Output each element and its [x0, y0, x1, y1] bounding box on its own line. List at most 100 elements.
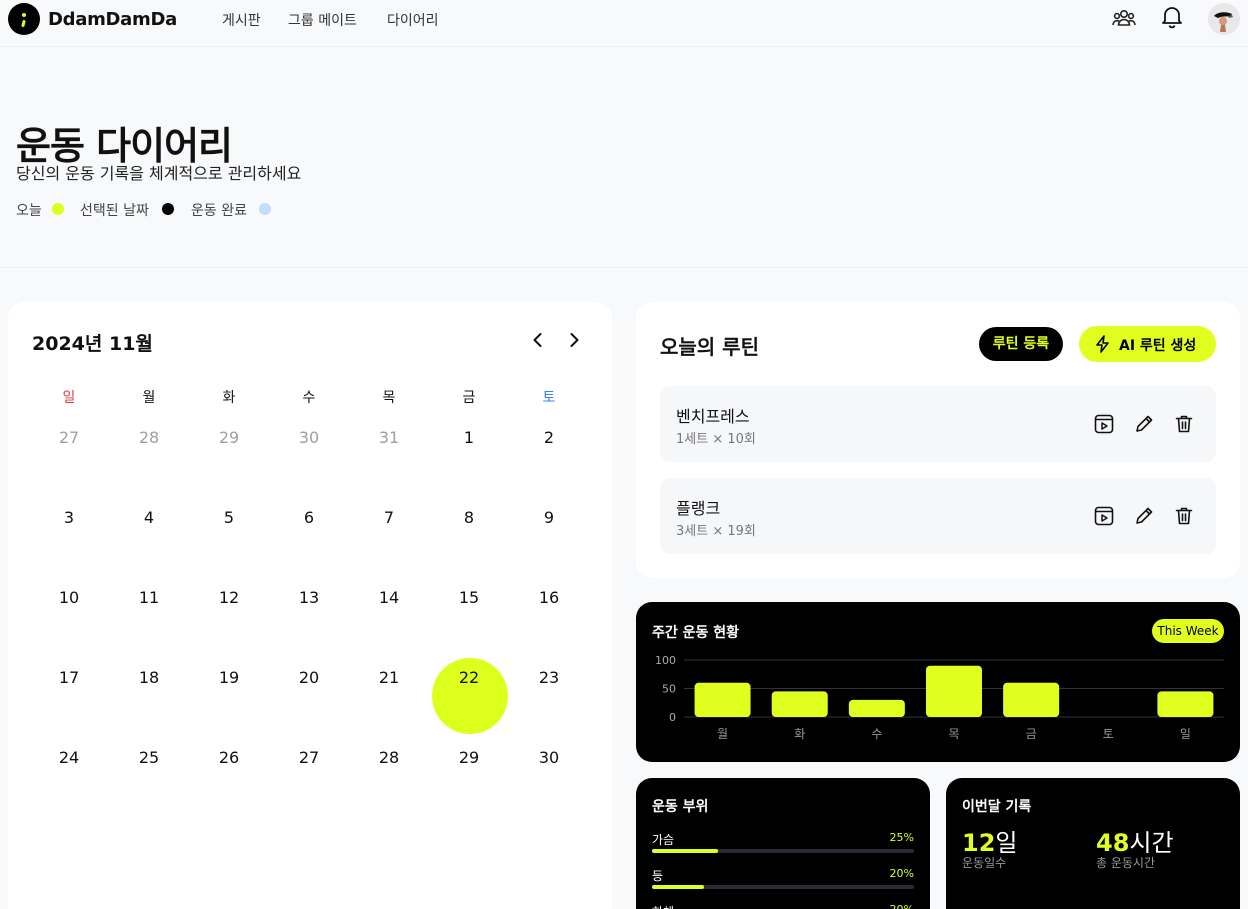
calendar-day[interactable]: 26 [189, 746, 269, 770]
chart-bar [926, 665, 982, 717]
trash-icon[interactable] [1173, 505, 1195, 527]
legend-selected-label: 선택된 날짜 [80, 203, 149, 219]
body-part-percent: 20% [890, 903, 914, 909]
workout-hours-number: 48 [1096, 829, 1130, 857]
calendar-day[interactable]: 30 [509, 746, 589, 770]
this-week-badge: This Week [1152, 619, 1224, 643]
calendar-day[interactable]: 2 [509, 426, 589, 450]
legend-today-label: 오늘 [16, 203, 42, 219]
weekday-label: 일 [62, 390, 76, 406]
calendar-day[interactable]: 29 [429, 746, 509, 770]
weekly-bar-chart: 100 50 0 월 화 수 목 금 토 일 [655, 654, 1224, 741]
legend-done-dot [259, 203, 271, 215]
chart-bar [1157, 691, 1214, 717]
workout-hours-unit: 시간 [1129, 829, 1174, 857]
calendar-day[interactable]: 30 [269, 426, 349, 450]
calendar-card: 2024년 11월 일 월 화 수 목 금 토 27 28 29 30 31 1 2 3 4 5 6 7 8 9 10 11… [8, 302, 612, 909]
calendar-day[interactable]: 4 [109, 506, 189, 530]
workout-hours-value: 48시간 [1096, 823, 1174, 858]
chart-bar [1003, 682, 1060, 717]
ai-routine-button[interactable]: AI 루틴 생성 [1079, 326, 1216, 362]
weekday-label: 월 [142, 390, 156, 406]
calendar-day[interactable]: 14 [349, 586, 429, 610]
calendar-day[interactable]: 31 [349, 426, 429, 450]
nav-link-diary[interactable]: 다이어리 [387, 10, 439, 30]
routine-item-name: 벤치프레스 [676, 407, 750, 426]
routine-item[interactable]: 플랭크 3세트 × 19회 [660, 478, 1216, 554]
workout-days-label: 운동일수 [962, 856, 1007, 870]
lightning-icon [1096, 335, 1109, 353]
body-part-progress-track [652, 885, 914, 889]
calendar-day[interactable]: 15 [429, 586, 509, 610]
y-tick-label: 100 [655, 654, 676, 667]
calendar-day[interactable]: 24 [29, 746, 109, 770]
workout-days-unit: 일 [995, 829, 1018, 857]
calendar-day[interactable]: 3 [29, 506, 109, 530]
body-part-name: 하체 [652, 903, 674, 909]
calendar-day[interactable]: 28 [109, 426, 189, 450]
body-part-progress-fill [652, 885, 705, 889]
x-tick-label: 화 [794, 727, 805, 741]
calendar-day[interactable]: 7 [349, 506, 429, 530]
nav-link-board[interactable]: 게시판 [222, 10, 261, 30]
calendar-day[interactable]: 1 [429, 426, 509, 450]
avatar[interactable] [1208, 3, 1240, 35]
video-play-icon[interactable] [1093, 413, 1115, 435]
x-tick-label: 금 [1026, 727, 1037, 741]
routine-title: 오늘의 루틴 [660, 335, 759, 359]
calendar-day[interactable]: 10 [29, 586, 109, 610]
calendar-day[interactable]: 27 [29, 426, 109, 450]
calendar-day[interactable]: 9 [509, 506, 589, 530]
trash-icon[interactable] [1173, 413, 1195, 435]
workout-days-number: 12 [962, 829, 996, 857]
calendar-day[interactable]: 27 [269, 746, 349, 770]
routine-item-name: 플랭크 [676, 499, 721, 518]
routine-item-meta: 3세트 × 19회 [676, 524, 756, 539]
hero-section: 운동 다이어리 당신의 운동 기록을 체계적으로 관리하세요 오늘 선택된 날짜… [0, 47, 1248, 268]
calendar-day[interactable]: 8 [429, 506, 509, 530]
body-part-percent: 20% [889, 867, 914, 880]
body-part-percent: 25% [889, 831, 914, 844]
user-avatar-icon [1214, 12, 1233, 32]
calendar-month-title: 2024년 11월 [32, 333, 153, 355]
calendar-day[interactable]: 17 [29, 666, 109, 690]
edit-icon[interactable] [1133, 505, 1155, 527]
calendar-day[interactable]: 25 [109, 746, 189, 770]
calendar-day[interactable]: 18 [109, 666, 189, 690]
group-icon[interactable] [1111, 5, 1137, 31]
register-routine-button[interactable]: 루틴 등록 [979, 327, 1063, 361]
nav-link-group-mate[interactable]: 그룹 메이트 [288, 10, 357, 30]
video-play-icon[interactable] [1093, 505, 1115, 527]
prev-month-icon[interactable] [528, 330, 548, 350]
x-tick-label: 토 [1103, 727, 1114, 741]
calendar-day[interactable]: 6 [269, 506, 349, 530]
calendar-day[interactable]: 16 [509, 586, 589, 610]
calendar-day[interactable]: 11 [109, 586, 189, 610]
legend-today-dot [52, 203, 64, 215]
monthly-record-card: 이번달 기록 12일 운동일수 48시간 총 운동시간 [946, 778, 1240, 909]
calendar-day[interactable]: 29 [189, 426, 269, 450]
calendar-day[interactable]: 20 [269, 666, 349, 690]
body-part-progress-track [652, 849, 914, 853]
calendar-day[interactable]: 5 [189, 506, 269, 530]
next-month-icon[interactable] [564, 330, 584, 350]
edit-icon[interactable] [1133, 413, 1155, 435]
calendar-day[interactable]: 21 [349, 666, 429, 690]
calendar-day[interactable]: 23 [509, 666, 589, 690]
bell-icon[interactable] [1159, 4, 1185, 30]
calendar-day[interactable]: 12 [189, 586, 269, 610]
routine-item[interactable]: 벤치프레스 1세트 × 10회 [660, 386, 1216, 462]
logo-icon[interactable] [8, 3, 40, 35]
y-tick-label: 50 [662, 683, 676, 696]
chart-bar [771, 691, 828, 717]
chart-bar [694, 682, 751, 717]
weekly-title: 주간 운동 현황 [652, 625, 740, 641]
calendar-day[interactable]: 28 [349, 746, 429, 770]
brand-name[interactable]: DdamDamDa [48, 9, 177, 30]
chart-bar [848, 699, 905, 717]
calendar-day[interactable]: 22 [429, 666, 509, 690]
calendar-day[interactable]: 19 [189, 666, 269, 690]
body-part-progress-fill [652, 849, 718, 853]
calendar-day[interactable]: 13 [269, 586, 349, 610]
monthly-title: 이번달 기록 [962, 799, 1032, 815]
